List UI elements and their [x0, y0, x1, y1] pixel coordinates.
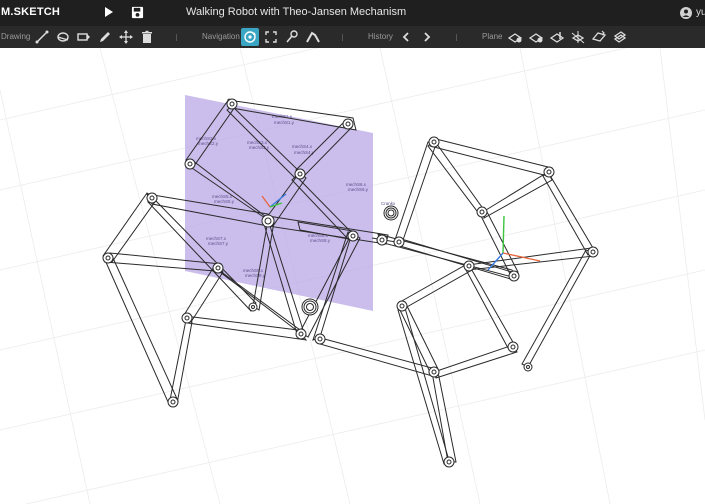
plane-add-button[interactable]: [506, 28, 524, 46]
fit-view-button[interactable]: [262, 28, 280, 46]
user-name: yu: [696, 7, 705, 18]
measure-tool-button[interactable]: [283, 28, 301, 46]
arc-icon: [57, 32, 69, 42]
user-avatar-icon: [680, 7, 692, 19]
delete-tool-button[interactable]: [138, 28, 156, 46]
play-button[interactable]: [105, 7, 113, 17]
drawing-group-label: Drawing: [1, 32, 31, 41]
plane-remove-icon: [529, 33, 543, 43]
toolbar-divider: [176, 34, 177, 41]
label-mechs7-y: mechS7.y: [208, 241, 229, 246]
user-menu[interactable]: yu: [680, 6, 705, 20]
orbit-tool-button[interactable]: [241, 28, 259, 46]
move-icon: [119, 30, 133, 44]
plane-stack-button[interactable]: [611, 28, 629, 46]
plane-pin-button[interactable]: [548, 28, 566, 46]
line-tool-button[interactable]: [33, 28, 51, 46]
undo-button[interactable]: [397, 28, 415, 46]
link-tool-button[interactable]: [75, 28, 93, 46]
pencil-icon: [100, 32, 110, 42]
toolbar-divider: [456, 34, 457, 41]
trash-icon: [142, 30, 152, 43]
move-tool-button[interactable]: [117, 28, 135, 46]
history-group-label: History: [368, 32, 393, 41]
document-title[interactable]: Walking Robot with Theo-Jansen Mechanism: [186, 6, 406, 18]
app-logo: M.SKETCH: [1, 6, 61, 18]
label-mechs5-y: mechS5.y: [214, 199, 235, 204]
arc-tool-button[interactable]: [54, 28, 72, 46]
pencil-tool-button[interactable]: [96, 28, 114, 46]
label-mechs6-y: mechS6.y: [348, 187, 369, 192]
plane-pin-icon: [550, 32, 564, 43]
label-mechs1-y: mechS1.y: [274, 120, 295, 125]
chevron-right-icon: [424, 32, 431, 42]
label-mechs4-x: mechS4.x: [292, 144, 313, 149]
linkage-tool-button[interactable]: [304, 28, 322, 46]
plane-group-label: Plane: [482, 32, 503, 41]
toolbar: Drawing Navigation History Plane: [0, 26, 705, 48]
line-icon: [35, 30, 49, 44]
label-mechs9-y: mechS9.y: [245, 273, 266, 278]
save-icon[interactable]: [131, 6, 144, 19]
plane-flip-icon: [592, 30, 606, 42]
label-crank: Crankx: [381, 201, 396, 206]
plane-flip-button[interactable]: [590, 28, 608, 46]
plane-stack-icon: [613, 31, 627, 43]
plane-remove-button[interactable]: [527, 28, 545, 46]
orbit-icon: [244, 31, 256, 43]
axis-gizmo-right: [487, 215, 541, 271]
redo-button[interactable]: [418, 28, 436, 46]
link-icon: [77, 33, 90, 41]
chevron-left-icon: [402, 32, 409, 42]
toolbar-divider: [342, 34, 343, 41]
plane-rotate-icon: [571, 31, 585, 44]
sketch-canvas[interactable]: mechS1.x mechS1.y mechS2.x mechS2.y mech…: [0, 48, 705, 504]
fit-view-icon: [265, 31, 277, 43]
navigation-group-label: Navigation: [202, 32, 240, 41]
label-mechs8-y: mechS8.y: [310, 238, 331, 243]
measure-icon: [286, 30, 298, 43]
linkage-icon: [306, 31, 320, 43]
plane-rotate-button[interactable]: [569, 28, 587, 46]
top-bar: M.SKETCH Walking Robot with Theo-Jansen …: [0, 0, 705, 26]
plane-add-icon: [508, 33, 522, 43]
